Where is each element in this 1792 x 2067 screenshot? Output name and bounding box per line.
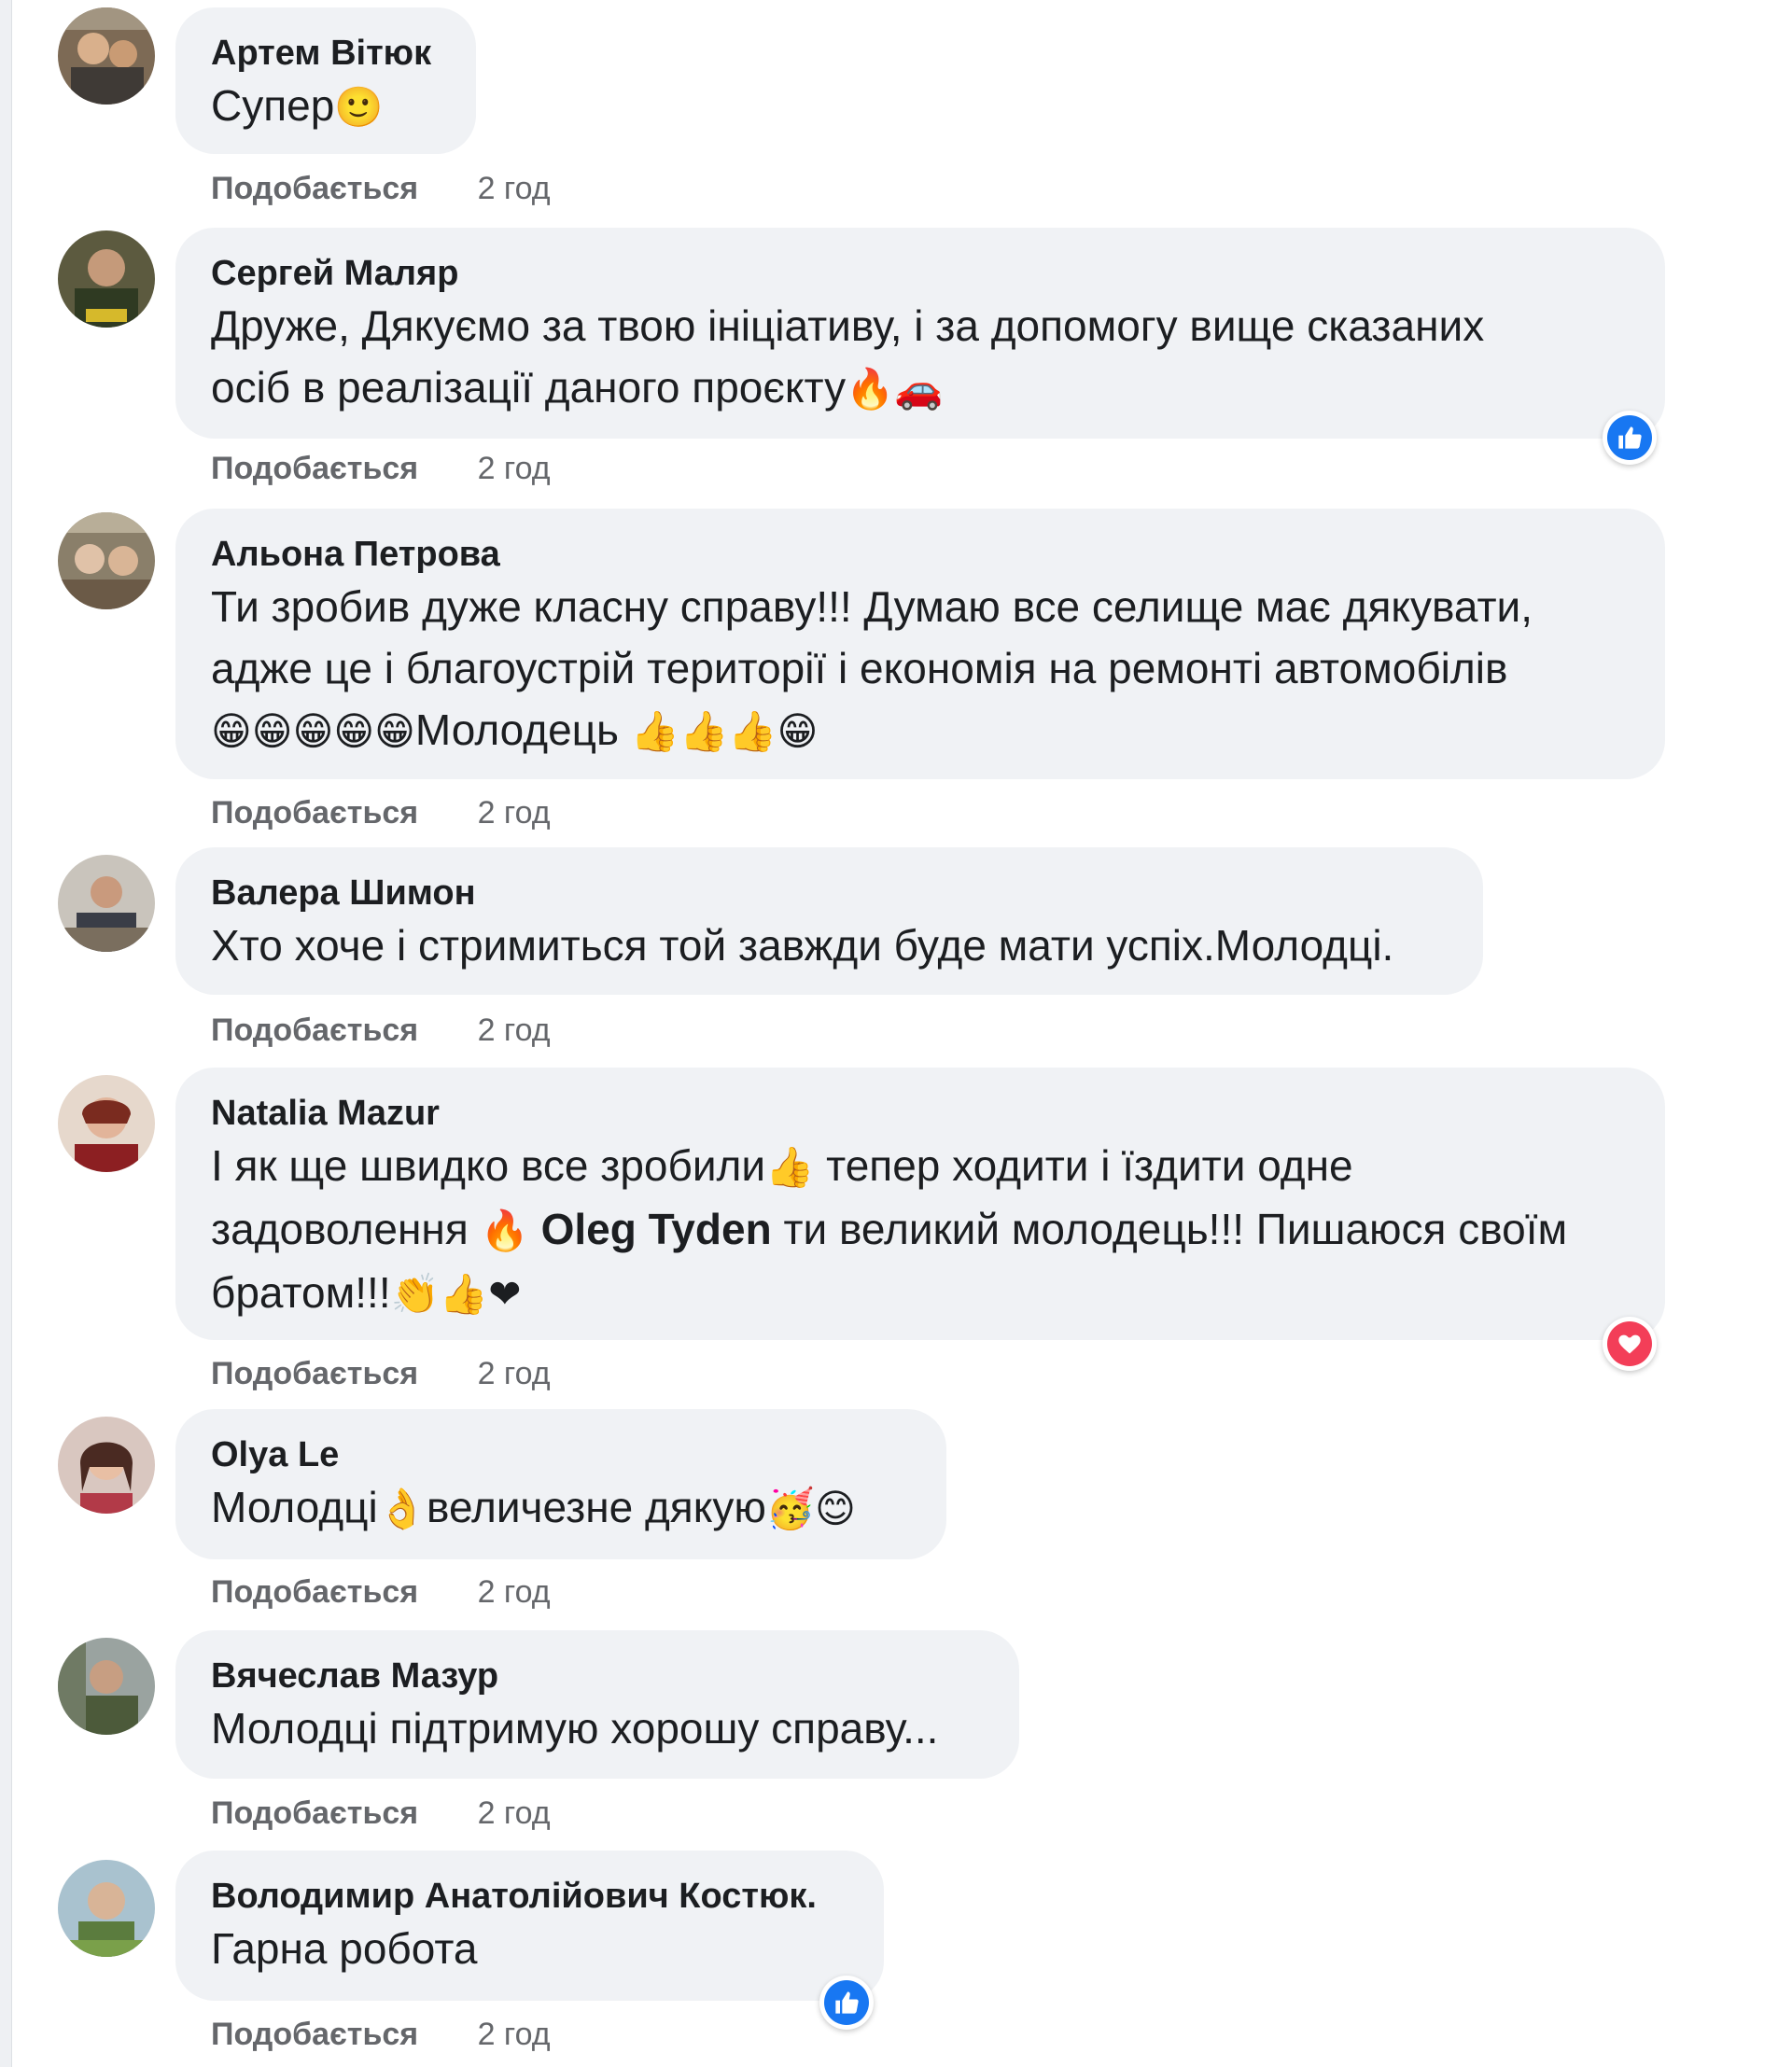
reaction-badge[interactable] (1603, 1317, 1657, 1371)
emoji: 🔥🚗 (846, 366, 944, 412)
comment-author[interactable]: Альона Петрова (211, 533, 1630, 576)
comment-author[interactable]: Вячеслав Мазур (211, 1655, 984, 1697)
like-link[interactable]: Подобається (211, 171, 418, 206)
comment-timestamp[interactable]: 2 год (478, 1574, 551, 1610)
emoji: 👏👍❤ (390, 1271, 522, 1317)
comment-text: Молодці підтримую хорошу справу... (211, 1704, 939, 1753)
comment-actions: Подобається 2 год (211, 170, 551, 207)
comment-text: Хто хоче і стримиться той завжди буде ма… (211, 921, 1394, 970)
like-link[interactable]: Подобається (211, 1013, 418, 1048)
comment-timestamp[interactable]: 2 год (478, 1356, 551, 1391)
comment-text: Друже, Дякуємо за твою ініціативу, і за … (211, 301, 1485, 350)
comment-bubble: Вячеслав Мазур Молодці підтримую хорошу … (175, 1630, 1019, 1779)
comment-bubble: Володимир Анатолійович Костюк. Гарна роб… (175, 1851, 884, 2001)
avatar[interactable] (58, 855, 155, 952)
comment-timestamp[interactable]: 2 год (478, 795, 551, 831)
avatar[interactable] (58, 1417, 155, 1514)
avatar[interactable] (58, 7, 155, 105)
emoji: 👍 (765, 1144, 815, 1190)
like-link[interactable]: Подобається (211, 2017, 418, 2052)
comment-author[interactable]: Володимир Анатолійович Костюк. (211, 1875, 848, 1918)
like-link[interactable]: Подобається (211, 1795, 418, 1831)
comment-text: Молодці👌величезне дякую🥳😊 (211, 1483, 856, 1531)
emoji: 🔥 (480, 1208, 529, 1253)
comment-bubble: Сергей Маляр Друже, Дякуємо за твою ініц… (175, 228, 1665, 439)
like-link[interactable]: Подобається (211, 1356, 418, 1391)
comment-text: братом!!!👏👍❤ (211, 1268, 522, 1317)
comment-timestamp[interactable]: 2 год (478, 1795, 551, 1831)
comment-author[interactable]: Olya Le (211, 1433, 911, 1476)
mention-link[interactable]: Oleg Tyden (541, 1205, 772, 1253)
comment-timestamp[interactable]: 2 год (478, 2017, 551, 2052)
avatar[interactable] (58, 230, 155, 328)
avatar[interactable] (58, 512, 155, 609)
comment-text: Гарна робота (211, 1924, 478, 1973)
like-link[interactable]: Подобається (211, 795, 418, 831)
emoji: 👌 (377, 1486, 427, 1531)
comment-author[interactable]: Сергей Маляр (211, 252, 1630, 295)
comment-timestamp[interactable]: 2 год (478, 1013, 551, 1048)
comment-actions: Подобається 2 год (211, 1573, 551, 1611)
comment-text: адже це і благоустрій території і економ… (211, 644, 1508, 692)
comment-text: І як ще швидко все зробили👍 тепер ходити… (211, 1141, 1353, 1190)
emoji: 🙂 (334, 84, 384, 130)
emoji: 🥳😊 (765, 1486, 856, 1531)
comment-actions: Подобається 2 год (211, 1012, 551, 1049)
comment-author[interactable]: Natalia Mazur (211, 1092, 1630, 1135)
comment-timestamp[interactable]: 2 год (478, 451, 551, 486)
comment-text: Супер🙂 (211, 81, 384, 130)
comment-text: задоволення 🔥 Oleg Tyden ти великий моло… (211, 1205, 1568, 1253)
emoji: 😁😁😁😁😁 (211, 708, 415, 754)
comment-bubble: Альона Петрова Ти зробив дуже класну спр… (175, 509, 1665, 779)
like-link[interactable]: Подобається (211, 1574, 418, 1610)
like-icon (824, 1980, 869, 2025)
love-icon (1607, 1321, 1652, 1366)
comment-timestamp[interactable]: 2 год (478, 171, 551, 206)
comment-actions: Подобається 2 год (211, 450, 551, 487)
comment-actions: Подобається 2 год (211, 794, 551, 831)
comment-text: Ти зробив дуже класну справу!!! Думаю вс… (211, 582, 1533, 631)
like-link[interactable]: Подобається (211, 451, 418, 486)
comment-text: осіб в реалізації даного проєкту🔥🚗 (211, 363, 944, 412)
reaction-badge[interactable] (819, 1976, 874, 2030)
comment-author[interactable]: Артем Вітюк (211, 32, 441, 75)
emoji: 👍👍👍😁 (630, 708, 819, 754)
avatar[interactable] (58, 1638, 155, 1735)
comment-text: 😁😁😁😁😁Молодець 👍👍👍😁 (211, 705, 819, 754)
avatar[interactable] (58, 1860, 155, 1957)
comment-author[interactable]: Валера Шимон (211, 872, 1448, 915)
avatar[interactable] (58, 1075, 155, 1172)
comment-bubble: Валера Шимон Хто хоче і стримиться той з… (175, 847, 1483, 995)
like-icon (1607, 415, 1652, 460)
comment-actions: Подобається 2 год (211, 1795, 551, 1832)
reaction-badge[interactable] (1603, 411, 1657, 465)
comment-bubble: Артем Вітюк Супер🙂 (175, 7, 476, 154)
page-left-edge (0, 0, 12, 2067)
comment-bubble: Olya Le Молодці👌величезне дякую🥳😊 (175, 1409, 946, 1559)
comment-actions: Подобається 2 год (211, 1355, 551, 1392)
comment-bubble: Natalia Mazur І як ще швидко все зробили… (175, 1068, 1665, 1340)
comment-actions: Подобається 2 год (211, 2016, 551, 2053)
